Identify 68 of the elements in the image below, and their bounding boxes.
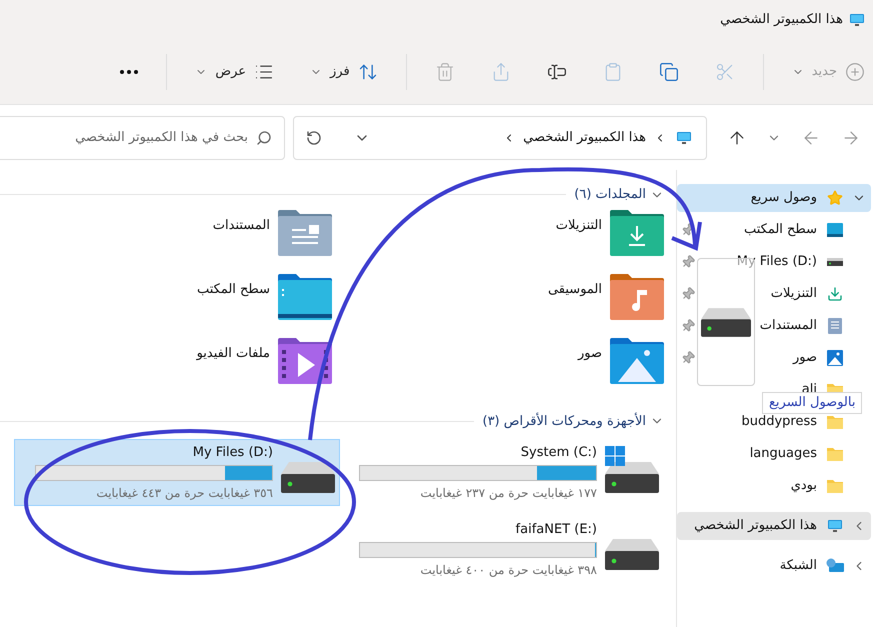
sidebar-item[interactable]: languages	[750, 444, 817, 464]
computer-icon	[849, 12, 865, 28]
network-icon	[825, 558, 845, 574]
desktop-folder-icon	[278, 274, 332, 320]
download-icon	[827, 286, 843, 302]
folder-tile[interactable]: ملفات الفيديو	[0, 338, 332, 402]
folder-tile[interactable]: المستندات	[0, 210, 332, 274]
folder-tile[interactable]: صور	[332, 338, 664, 402]
drive-icon	[827, 256, 843, 268]
computer-icon	[674, 130, 694, 146]
downloads-folder-icon	[610, 210, 664, 256]
free-space-text: ٣٩٨ غيغابايت حرة من ٤٠٠ غيغابايت	[419, 562, 597, 580]
drive-name: faifaNET (E:)	[514, 520, 597, 539]
copy-icon	[658, 62, 679, 82]
documents-folder-icon	[278, 210, 332, 256]
search-icon	[256, 130, 272, 146]
folder-tile[interactable]: الموسيقى	[332, 274, 664, 338]
sidebar-item[interactable]: بودي	[790, 476, 817, 496]
address-bar[interactable]: هذا الكمبيوتر الشخصي	[293, 116, 707, 160]
tooltip: بالوصول السريع	[762, 392, 862, 414]
section-header[interactable]: المجلدات (٦)	[574, 185, 646, 204]
search-input[interactable]: بحث في هذا الكمبيوتر الشخصي	[8, 128, 248, 148]
folder-icon	[827, 415, 843, 429]
folder-icon	[827, 479, 843, 493]
rename-icon	[546, 62, 567, 82]
windows-logo-icon	[605, 446, 625, 466]
hard-drive-icon	[281, 460, 335, 494]
star-icon	[827, 190, 843, 206]
sidebar-item[interactable]: التنزيلات	[770, 284, 817, 304]
desktop-icon	[827, 222, 843, 238]
sidebar-item[interactable]: المستندات	[760, 316, 817, 336]
more-icon	[120, 70, 138, 74]
sidebar-item[interactable]: buddypress	[741, 412, 817, 432]
search-field[interactable]: بحث في هذا الكمبيوتر الشخصي	[0, 116, 285, 160]
pictures-folder-icon	[610, 338, 664, 384]
plus-icon	[845, 62, 865, 82]
scissors-icon	[714, 62, 735, 82]
sidebar-section-item[interactable]: وصول سريع	[677, 184, 871, 212]
window-title: هذا الكمبيوتر الشخصي	[720, 11, 843, 30]
drive-name: My Files (D:)	[192, 444, 273, 462]
sidebar-label: وصول سريع	[750, 189, 817, 208]
music-folder-icon	[610, 274, 664, 320]
free-space-text: ١٧٧ غيغابايت حرة من ٢٣٧ غيغابايت	[419, 485, 597, 502]
sidebar-item[interactable]: سطح المكتب	[744, 220, 817, 240]
hard-drive-icon	[701, 305, 751, 339]
section-header[interactable]: الأجهزة ومحركات الأقراص (٣)	[482, 412, 646, 431]
breadcrumb-item[interactable]: هذا الكمبيوتر الشخصي	[523, 128, 646, 148]
refresh-icon	[306, 130, 322, 146]
videos-folder-icon	[278, 338, 332, 384]
sidebar-label: هذا الكمبيوتر الشخصي	[694, 517, 817, 536]
sidebar-item[interactable]: صور	[792, 348, 817, 368]
folder-icon	[827, 447, 843, 461]
sidebar-section-item[interactable]: هذا الكمبيوتر الشخصي	[677, 512, 871, 540]
view-button[interactable]: عرض	[187, 54, 282, 90]
computer-icon	[827, 518, 843, 534]
drive-name: System (C:)	[520, 444, 597, 462]
sidebar-section-item[interactable]: الشبكة	[677, 552, 871, 580]
trash-icon	[434, 62, 455, 82]
folder-tile[interactable]: التنزيلات	[332, 210, 664, 274]
hard-drive-icon	[605, 536, 659, 570]
sidebar-label: الشبكة	[780, 557, 817, 576]
document-icon	[828, 318, 842, 334]
hard-drive-icon	[605, 460, 659, 494]
sort-button[interactable]: فرز	[302, 54, 386, 90]
picture-icon	[827, 350, 843, 366]
folder-tile[interactable]: سطح المكتب	[0, 274, 332, 338]
sort-icon	[358, 62, 378, 82]
free-space-text: ٣٥٦ غيغابايت حرة من ٤٤٣ غيغابايت	[95, 485, 273, 502]
